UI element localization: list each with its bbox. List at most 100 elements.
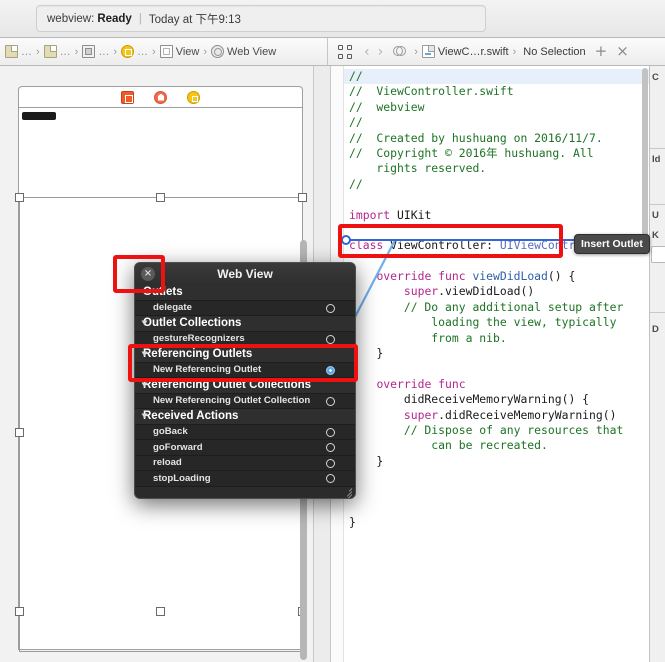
connection-well[interactable] [326,474,335,483]
breadcrumb-item-1[interactable]: … [43,45,71,58]
breadcrumb-chevron-4: › [203,45,208,58]
utilities-inspector-panel[interactable]: C Id U K D [649,66,665,662]
connections-list[interactable]: Outlets delegate Outlet Collections gesture… [135,285,355,487]
interface-builder-jump-bar[interactable]: … › … › … › … › View › Web View [0,38,328,65]
code-line-12[interactable] [349,254,649,269]
code-line-2[interactable]: // webview [349,100,649,115]
code-line-18[interactable]: } [349,346,649,361]
connection-item-row[interactable]: New Referencing Outlet Collection [135,393,355,409]
code-token: viewDidLoad [472,269,548,284]
code-line-21[interactable]: didReceiveMemoryWarning() { [349,392,649,407]
selection-handle-top-center[interactable] [156,193,165,202]
selection-handle-top-left[interactable] [15,193,24,202]
editor-file-name[interactable]: ViewC…r.swift [438,46,509,58]
disclosure-triangle-icon[interactable] [141,289,148,295]
connection-well[interactable] [326,396,335,406]
connection-row-label: Received Actions [143,410,239,423]
inspector-section-1: Id [652,154,661,165]
code-line-13[interactable]: override func viewDidLoad() { [349,269,649,284]
connection-group-row[interactable]: Outlet Collections [135,316,355,332]
connection-item-row[interactable]: stopLoading [135,471,355,487]
editor-scrollbar-thumb[interactable] [642,68,648,248]
connection-well[interactable] [326,427,335,437]
code-line-9[interactable]: import UIKit [349,208,649,223]
connection-item-row[interactable]: gestureRecognizers [135,331,355,347]
code-line-5[interactable]: // Copyright © 2016年 hushuang. All [349,146,649,161]
connection-item-row[interactable]: New Referencing Outlet [135,362,355,378]
disclosure-triangle-icon[interactable] [141,413,148,419]
assistant-editor-jump-bar[interactable]: ‹ › › ViewC…r.swift › No Selection + × [328,38,665,65]
code-line-17[interactable]: from a nib. [349,331,649,346]
code-line-20[interactable]: override func [349,377,649,392]
connection-item-row[interactable]: reload [135,455,355,471]
code-line-22[interactable]: super.didReceiveMemoryWarning() [349,408,649,423]
connection-row-label: goForward [153,441,203,453]
close-icon[interactable]: × [141,267,155,281]
code-line-24[interactable]: can be recreated. [349,438,649,453]
exit-icon[interactable] [154,90,167,104]
code-line-14[interactable]: super.viewDidLoad() [349,284,649,299]
disclosure-triangle-icon[interactable] [141,382,148,388]
assistant-grid-icon[interactable] [338,44,352,59]
connection-group-row[interactable]: Referencing Outlet Collections [135,378,355,394]
code-line-29[interactable]: } [349,515,649,530]
breadcrumb-item-2[interactable]: … [82,45,109,58]
code-token: rights reserved. [349,161,487,176]
forward-arrow-icon[interactable]: › [378,45,384,59]
inspector-section-2: U [652,210,659,221]
view-controller-scene-icon[interactable] [187,90,200,104]
inspector-text-field[interactable] [651,246,665,263]
code-line-15[interactable]: // Do any additional setup after [349,300,649,315]
code-line-3[interactable]: // [349,115,649,130]
connection-well[interactable] [326,443,335,452]
connection-item-row[interactable]: delegate [135,300,355,316]
connection-well-active[interactable] [326,365,335,375]
code-line-6[interactable]: rights reserved. [349,161,649,176]
code-line-19[interactable] [349,361,649,376]
code-text[interactable]: //// ViewController.swift// webview//// … [344,66,649,662]
related-items-icon[interactable] [393,45,407,58]
code-line-4[interactable]: // Created by hushuang on 2016/11/7. [349,131,649,146]
code-line-1[interactable]: // ViewController.swift [349,84,649,99]
close-editor-button[interactable]: × [616,44,629,59]
selection-handle-bottom-left[interactable] [15,607,24,616]
breadcrumb-item-3[interactable]: … [121,45,148,58]
code-line-28[interactable] [349,500,649,515]
breadcrumb-item-0[interactable]: … [5,45,32,58]
connection-well[interactable] [326,458,335,468]
add-editor-button[interactable]: + [595,44,608,59]
editor-selection-label[interactable]: No Selection [523,46,585,58]
code-line-23[interactable]: // Dispose of any resources that [349,423,649,438]
breadcrumb-item-4[interactable]: View [159,45,199,58]
disclosure-triangle-icon[interactable] [141,320,148,326]
connection-group-row[interactable]: Referencing Outlets [135,347,355,363]
code-line-0[interactable]: // [344,69,649,85]
first-responder-icon[interactable] [121,90,134,104]
view-icon [159,45,173,58]
code-line-7[interactable]: // [349,177,649,192]
connection-well[interactable] [326,303,335,313]
connection-row-label: Outlet Collections [143,317,242,330]
connection-well[interactable] [326,334,335,344]
code-line-25[interactable]: } [349,454,649,469]
source-code-editor[interactable]: //// ViewController.swift// webview//// … [331,66,649,662]
back-arrow-icon[interactable]: ‹ [364,45,370,59]
connection-row-label: delegate [153,302,192,314]
connection-group-row[interactable]: Received Actions [135,409,355,425]
assistant-chevron-1: › [512,45,517,58]
selection-handle-middle-left[interactable] [15,428,24,437]
code-line-16[interactable]: loading the view, typically [349,315,649,330]
connection-item-row[interactable]: goBack [135,424,355,440]
connection-group-row[interactable]: Outlets [135,285,355,301]
code-line-8[interactable] [349,192,649,207]
status-separator: | [138,12,142,25]
resize-grip-icon[interactable] [341,485,353,498]
connections-popup[interactable]: × Web View Outlets delegate Outlet Collect… [134,262,356,499]
code-line-26[interactable] [349,469,649,484]
connection-item-row[interactable]: goForward [135,440,355,456]
scene-dock[interactable] [18,86,303,107]
breadcrumb-item-5[interactable]: Web View [211,45,276,58]
selection-handle-bottom-center[interactable] [156,607,165,616]
disclosure-triangle-icon[interactable] [141,351,148,357]
code-line-27[interactable] [349,485,649,500]
